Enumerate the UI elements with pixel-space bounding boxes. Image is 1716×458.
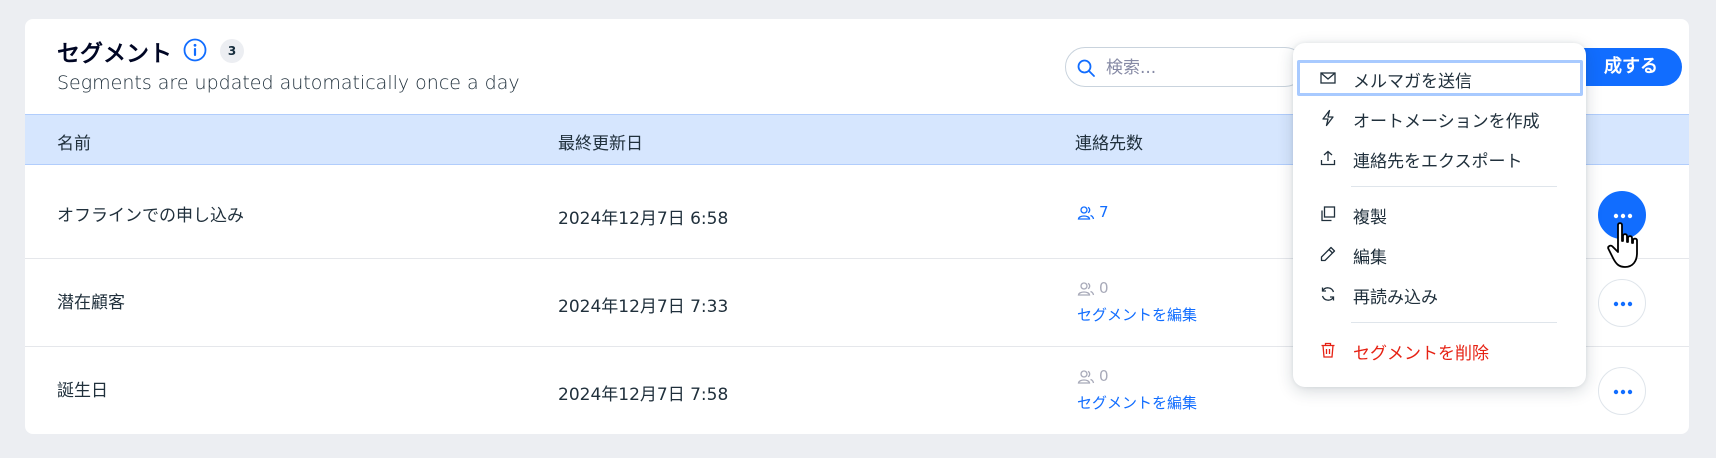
upload-icon: [1320, 150, 1336, 166]
edit-segment-link[interactable]: セグメントを編集: [1077, 392, 1197, 413]
menu-item-export-contacts[interactable]: 連絡先をエクスポート: [1297, 140, 1583, 176]
menu-divider: [1351, 322, 1557, 323]
menu-item-edit[interactable]: 編集: [1297, 236, 1583, 272]
search-box[interactable]: [1065, 47, 1305, 87]
menu-item-reload[interactable]: 再読み込み: [1297, 276, 1583, 312]
page-title: セグメント: [57, 41, 172, 67]
menu-item-label: 複製: [1353, 208, 1387, 228]
menu-divider: [1351, 186, 1557, 187]
trash-icon: [1321, 342, 1335, 358]
contacts-count: 7: [1099, 203, 1109, 221]
duplicate-icon: [1321, 206, 1336, 222]
menu-item-label: メルマガを送信: [1353, 72, 1472, 92]
menu-item-label: 再読み込み: [1353, 288, 1438, 308]
pencil-icon: [1320, 246, 1336, 262]
more-icon: [1613, 301, 1633, 307]
people-icon: [1077, 205, 1095, 220]
menu-item-duplicate[interactable]: 複製: [1297, 196, 1583, 232]
menu-item-label: 連絡先をエクスポート: [1353, 152, 1523, 172]
column-header-last-updated[interactable]: 最終更新日: [558, 129, 643, 154]
more-icon: [1613, 389, 1633, 395]
last-updated-date: 2024年12月7日 7:33: [558, 297, 729, 317]
last-updated-date: 2024年12月7日 6:58: [558, 209, 729, 229]
menu-item-create-automation[interactable]: オートメーションを作成: [1297, 100, 1583, 136]
segment-name: オフラインでの申し込み: [57, 206, 244, 226]
count-badge: 3: [220, 39, 244, 63]
contacts-count-display: 0: [1077, 279, 1109, 298]
segment-name: 潜在顧客: [57, 293, 125, 313]
search-icon: [1077, 59, 1095, 77]
segment-actions-menu: メルマガを送信 オートメーションを作成 連絡先をエクスポート 複製 編集 再読み…: [1293, 43, 1586, 387]
refresh-icon: [1321, 287, 1335, 301]
menu-item-label: オートメーションを作成: [1353, 112, 1540, 132]
column-header-name[interactable]: 名前: [57, 129, 91, 154]
menu-item-send-newsletter[interactable]: メルマガを送信: [1297, 60, 1583, 96]
column-header-contacts[interactable]: 連絡先数: [1075, 129, 1143, 154]
segment-name: 誕生日: [57, 381, 108, 401]
contacts-count: 0: [1099, 367, 1109, 385]
more-icon: [1613, 213, 1633, 219]
contacts-count: 0: [1099, 279, 1109, 297]
menu-item-label: 編集: [1353, 248, 1387, 268]
hand-cursor-icon: [1607, 222, 1638, 268]
lightning-icon: [1322, 109, 1334, 127]
mail-icon: [1320, 72, 1336, 84]
edit-segment-link[interactable]: セグメントを編集: [1077, 304, 1197, 325]
people-icon: [1077, 281, 1095, 296]
contacts-count-link[interactable]: 7: [1077, 203, 1109, 222]
menu-item-label: セグメントを削除: [1353, 344, 1489, 364]
more-actions-button[interactable]: [1598, 367, 1646, 415]
search-input[interactable]: [1106, 56, 1296, 80]
page-subtitle: Segments are updated automatically once …: [57, 72, 520, 94]
menu-item-delete-segment[interactable]: セグメントを削除: [1297, 332, 1583, 368]
people-icon: [1077, 369, 1095, 384]
last-updated-date: 2024年12月7日 7:58: [558, 385, 729, 405]
info-icon[interactable]: [183, 38, 207, 62]
more-actions-button[interactable]: [1598, 279, 1646, 327]
contacts-count-display: 0: [1077, 367, 1109, 386]
